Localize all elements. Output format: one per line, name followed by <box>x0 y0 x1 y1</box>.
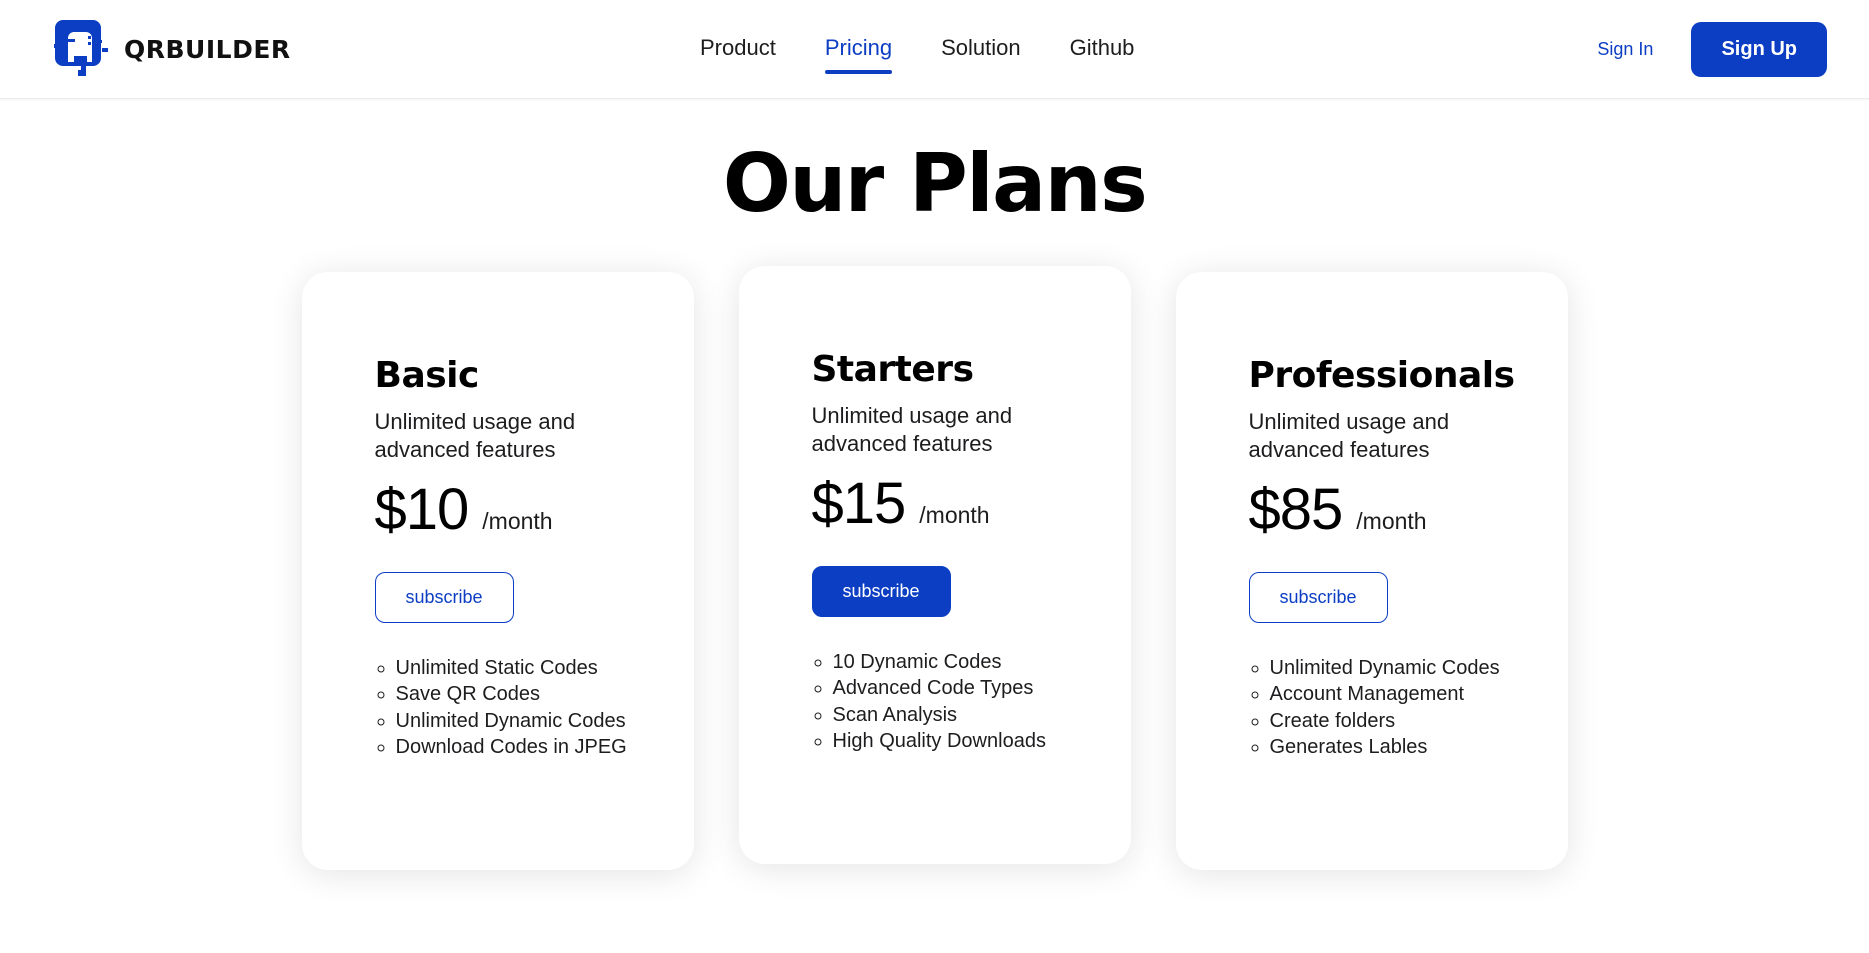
plan-price: $10 <box>374 476 470 542</box>
auth-actions: Sign In Sign Up <box>1597 0 1827 99</box>
list-item: Save QR Codes <box>396 682 694 706</box>
list-item: High Quality Downloads <box>833 729 1131 753</box>
list-item: Create folders <box>1270 709 1568 733</box>
brand-logo[interactable]: QRBUILDER <box>52 14 291 84</box>
list-item: Account Management <box>1270 682 1568 706</box>
nav-item-pricing[interactable]: Pricing <box>824 35 893 74</box>
qr-q-logo-icon <box>52 14 110 84</box>
plan-features: Unlimited Dynamic Codes Account Manageme… <box>1249 656 1568 760</box>
pricing-plans: Basic Unlimited usage and advanced featu… <box>0 266 1869 870</box>
plan-features: 10 Dynamic Codes Advanced Code Types Sca… <box>812 650 1131 754</box>
list-item: Scan Analysis <box>833 703 1131 727</box>
page-title: Our Plans <box>722 137 1148 230</box>
nav-item-product[interactable]: Product <box>700 35 776 65</box>
list-item: 10 Dynamic Codes <box>833 650 1131 674</box>
list-item: Unlimited Dynamic Codes <box>396 709 694 733</box>
brand-name: QRBUILDER <box>124 34 291 64</box>
subscribe-button[interactable]: subscribe <box>374 571 514 623</box>
subscribe-button[interactable]: subscribe <box>811 565 951 617</box>
site-header: QRBUILDER Product Pricing Solution Githu… <box>0 0 1869 99</box>
sign-up-button[interactable]: Sign Up <box>1691 22 1827 77</box>
nav-item-solution[interactable]: Solution <box>941 35 1021 65</box>
plan-name: Professionals <box>1248 355 1516 396</box>
plan-period: /month <box>919 501 990 528</box>
plan-description: Unlimited usage and advanced features <box>811 402 1013 457</box>
plan-price: $15 <box>811 470 907 536</box>
plan-name: Starters <box>811 349 975 390</box>
main-navigation: Product Pricing Solution Github <box>700 0 1134 99</box>
plan-price-row: $85 /month <box>1248 476 1568 542</box>
list-item: Advanced Code Types <box>833 676 1131 700</box>
plan-name: Basic <box>374 355 480 396</box>
pricing-card-starters[interactable]: Starters Unlimited usage and advanced fe… <box>738 266 1131 864</box>
plan-description: Unlimited usage and advanced features <box>374 408 576 463</box>
list-item: Unlimited Static Codes <box>396 656 694 680</box>
plan-period: /month <box>1356 507 1427 534</box>
plan-period: /month <box>482 507 553 534</box>
list-item: Generates Lables <box>1270 735 1568 759</box>
pricing-card-basic[interactable]: Basic Unlimited usage and advanced featu… <box>301 272 694 870</box>
sign-in-link[interactable]: Sign In <box>1597 39 1653 60</box>
plan-features: Unlimited Static Codes Save QR Codes Unl… <box>375 656 694 760</box>
list-item: Download Codes in JPEG <box>396 735 694 759</box>
subscribe-button[interactable]: subscribe <box>1248 571 1388 623</box>
plan-price-row: $15 /month <box>811 470 1131 536</box>
plan-description: Unlimited usage and advanced features <box>1248 408 1450 463</box>
pricing-card-professionals[interactable]: Professionals Unlimited usage and advanc… <box>1175 272 1568 870</box>
plan-price-row: $10 /month <box>374 476 694 542</box>
plan-price: $85 <box>1248 476 1344 542</box>
nav-item-github[interactable]: Github <box>1070 35 1135 65</box>
list-item: Unlimited Dynamic Codes <box>1270 656 1568 680</box>
